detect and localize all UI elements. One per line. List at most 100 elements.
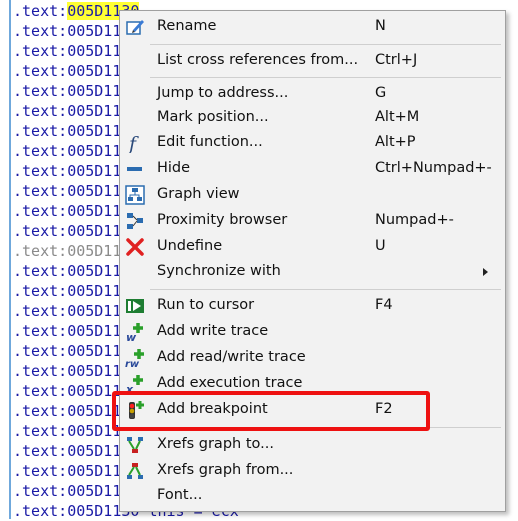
svg-text:rw: rw [125, 359, 140, 368]
segment-prefix: .text: [13, 382, 68, 400]
address: 005D11 [67, 482, 122, 500]
listing-line[interactable]: .text:005D11 [13, 161, 121, 181]
address: 005D11 [67, 62, 122, 80]
menu-item-label: Proximity browser [157, 212, 288, 228]
menu-item-rename[interactable]: Rename N [120, 15, 505, 39]
listing-line[interactable]: .text:005D11 [13, 241, 121, 261]
menu-item-shortcut: Alt+P [375, 134, 416, 150]
menu-item-undefine[interactable]: Undefine U [120, 235, 505, 259]
segment-prefix: .text: [13, 302, 68, 320]
menu-item-xrefs-graph-from[interactable]: Xrefs graph from... [120, 459, 505, 483]
segment-prefix: .text: [13, 402, 68, 420]
listing-line[interactable]: .text:005D11 [13, 261, 121, 281]
menu-item-jump-to-address[interactable]: Jump to address... G [120, 82, 505, 106]
listing-line[interactable]: .text:005D11 [13, 461, 121, 481]
address: 005D11 [67, 182, 122, 200]
menu-item-mark-position[interactable]: Mark position... Alt+M [120, 106, 505, 130]
read-write-trace-icon: rw [125, 348, 145, 370]
listing-line[interactable]: .text:005D11 [13, 141, 121, 161]
listing-line[interactable]: .text:005D11 [13, 121, 121, 141]
menu-item-label: Xrefs graph from... [157, 462, 294, 478]
menu-item-graph-view[interactable]: Graph view [120, 183, 505, 207]
address: 005D11 [67, 202, 122, 220]
listing-line[interactable]: .text:005D11 [13, 201, 121, 221]
menu-item-synchronize-with[interactable]: Synchronize with [120, 260, 505, 284]
listing-line[interactable]: .text:005D11 [13, 421, 121, 441]
listing-line[interactable]: .text:005D11 [13, 41, 121, 61]
menu-item-shortcut: U [375, 238, 386, 254]
menu-item-label: Edit function... [157, 134, 263, 150]
segment-prefix: .text: [13, 202, 68, 220]
listing-line[interactable]: .text:005D11 [13, 381, 121, 401]
context-menu: Rename N List cross references from... C… [119, 10, 506, 512]
segment-prefix: .text: [13, 82, 68, 100]
menu-item-add-read-write-trace[interactable]: rw Add read/write trace [120, 346, 505, 370]
menu-item-shortcut: Numpad+- [375, 212, 454, 228]
menu-item-label: Run to cursor [157, 297, 255, 313]
menu-item-label: Xrefs graph to... [157, 436, 274, 452]
address: 005D11 [67, 462, 122, 480]
menu-item-label: Font... [157, 487, 203, 503]
listing-line[interactable]: .text:005D11 [13, 281, 121, 301]
address: 005D11 [67, 282, 122, 300]
segment-prefix: .text: [13, 2, 68, 20]
listing-line[interactable]: .text:005D11 [13, 401, 121, 421]
menu-item-label: Mark position... [157, 109, 269, 125]
menu-item-proximity-browser[interactable]: Proximity browser Numpad+- [120, 209, 505, 233]
menu-item-hide[interactable]: Hide Ctrl+Numpad+- [120, 157, 505, 181]
menu-item-label: Undefine [157, 238, 223, 254]
address: 005D11 [67, 222, 122, 240]
address: 005D11 [67, 322, 122, 340]
address: 005D11 [67, 442, 122, 460]
menu-item-font[interactable]: Font... [120, 484, 505, 508]
menu-item-shortcut: F4 [375, 297, 393, 313]
menu-item-label: Graph view [157, 186, 240, 202]
highlight-annotation-box [112, 391, 430, 431]
menu-item-xrefs-graph-to[interactable]: Xrefs graph to... [120, 433, 505, 457]
listing-line[interactable]: .text:005D11 [13, 81, 121, 101]
segment-prefix: .text: [13, 222, 68, 240]
segment-prefix: .text: [13, 242, 68, 260]
menu-item-list-cross-references-from[interactable]: List cross references from... Ctrl+J [120, 49, 505, 73]
function-icon: f [125, 133, 145, 155]
address: 005D11 [67, 162, 122, 180]
listing-line[interactable]: .text:005D11 [13, 341, 121, 361]
listing-left-bar [9, 0, 11, 519]
segment-prefix: .text: [13, 362, 68, 380]
xrefs-graph-to-icon [125, 435, 145, 455]
address: 005D11 [67, 82, 122, 100]
listing-line[interactable]: .text:005D11 [13, 181, 121, 201]
menu-item-label: List cross references from... [157, 52, 359, 68]
menu-separator [150, 289, 501, 290]
menu-item-label: Add read/write trace [157, 349, 306, 365]
segment-prefix: .text: [13, 482, 68, 500]
menu-item-label: Add execution trace [157, 375, 303, 391]
menu-item-edit-function[interactable]: f Edit function... Alt+P [120, 131, 505, 155]
segment-prefix: .text: [13, 262, 68, 280]
address: 005D11 [67, 362, 122, 380]
listing-line[interactable]: .text:005D11 [13, 361, 121, 381]
segment-prefix: .text: [13, 322, 68, 340]
submenu-arrow-icon [483, 268, 488, 276]
address: 005D11 [67, 302, 122, 320]
segment-prefix: .text: [13, 62, 68, 80]
menu-item-label: Rename [157, 18, 217, 34]
segment-prefix: .text: [13, 282, 68, 300]
listing-line[interactable]: .text:005D11 [13, 221, 121, 241]
listing-line[interactable]: .text:005D11 [13, 21, 121, 41]
xrefs-graph-from-icon [125, 461, 145, 481]
menu-item-run-to-cursor[interactable]: Run to cursor F4 [120, 294, 505, 318]
listing-line[interactable]: .text:005D11 [13, 481, 121, 501]
listing-line[interactable]: .text:005D11 [13, 61, 121, 81]
listing-line[interactable]: .text:005D11 [13, 101, 121, 121]
svg-text:w: w [126, 331, 137, 342]
address: 005D11 [67, 22, 122, 40]
listing-line[interactable]: .text:005D11 [13, 321, 121, 341]
listing-line[interactable]: .text:005D11 [13, 441, 121, 461]
listing-line[interactable]: .text:005D11 [13, 301, 121, 321]
segment-prefix: .text: [13, 442, 68, 460]
segment-prefix: .text: [13, 342, 68, 360]
segment-prefix: .text: [13, 182, 68, 200]
menu-item-add-write-trace[interactable]: w Add write trace [120, 320, 505, 344]
address: 005D11 [67, 42, 122, 60]
